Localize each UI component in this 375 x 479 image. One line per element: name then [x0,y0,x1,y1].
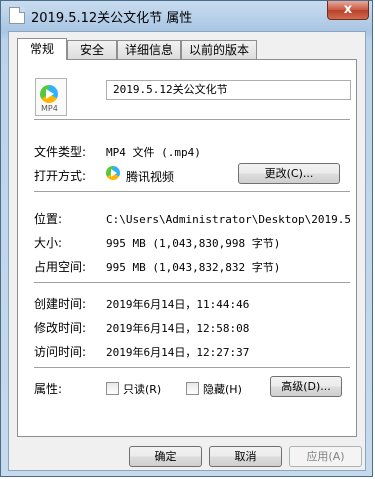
readonly-checkbox[interactable] [106,382,119,395]
hidden-checkbox[interactable] [186,382,199,395]
divider [34,367,350,368]
attributes-label: 属性: [34,382,63,396]
video-file-icon: MP4 [35,78,67,116]
accessed-label: 访问时间: [34,345,87,359]
divider [34,191,350,192]
size-on-disk-value: 995 MB (1,043,832,832 字节) [106,261,281,274]
size-value: 995 MB (1,043,830,998 字节) [106,237,281,250]
created-label: 创建时间: [34,297,87,311]
close-button[interactable]: x [327,1,369,20]
advanced-button[interactable]: 高级(D)... [270,376,342,397]
tab-security[interactable]: 安全 [67,40,117,59]
file-type-label: 文件类型: [34,145,87,159]
general-panel: MP4 2019.5.12关公文化节 文件类型: MP4 文件 (.mp4) 打… [17,59,357,437]
open-with-value: 腾讯视频 [126,170,175,184]
apply-button[interactable]: 应用(A) [289,446,362,467]
modified-value: 2019年6月14日，12:58:08 [106,322,250,335]
tencent-video-icon [106,166,120,180]
readonly-label[interactable]: 只读(R) [123,381,161,397]
play-icon [40,85,58,103]
size-label: 大小: [34,236,63,250]
divider [34,119,350,120]
tab-details[interactable]: 详细信息 [117,40,181,59]
file-icon-ext: MP4 [41,104,58,113]
open-with-label: 打开方式: [34,169,87,183]
file-type-value: MP4 文件 (.mp4) [106,146,201,159]
tab-general[interactable]: 常规 [17,38,67,60]
location-label: 位置: [34,212,63,226]
cancel-button[interactable]: 取消 [209,446,282,467]
hidden-label[interactable]: 隐藏(H) [203,381,242,397]
dialog-client: 常规 安全 详细信息 以前的版本 MP4 2019.5.12关公文化节 文件类型… [8,31,366,471]
properties-dialog: 2019.5.12关公文化节 属性 x 常规 安全 详细信息 以前的版本 MP4… [0,0,373,477]
file-name-input[interactable]: 2019.5.12关公文化节 [106,80,351,100]
window-title: 2019.5.12关公文化节 属性 [31,11,193,26]
tab-previous-versions[interactable]: 以前的版本 [181,40,257,59]
size-on-disk-label: 占用空间: [34,260,87,274]
file-icon [9,7,25,24]
ok-button[interactable]: 确定 [129,446,202,467]
title-bar[interactable]: 2019.5.12关公文化节 属性 x [1,1,374,31]
created-value: 2019年6月14日，11:44:46 [106,298,250,311]
location-value: C:\Users\Administrator\Desktop\2019.5.12… [106,213,352,226]
modified-label: 修改时间: [34,321,87,335]
accessed-value: 2019年6月14日，12:27:37 [106,346,250,359]
change-button[interactable]: 更改(C)... [238,163,340,184]
divider [34,282,350,283]
